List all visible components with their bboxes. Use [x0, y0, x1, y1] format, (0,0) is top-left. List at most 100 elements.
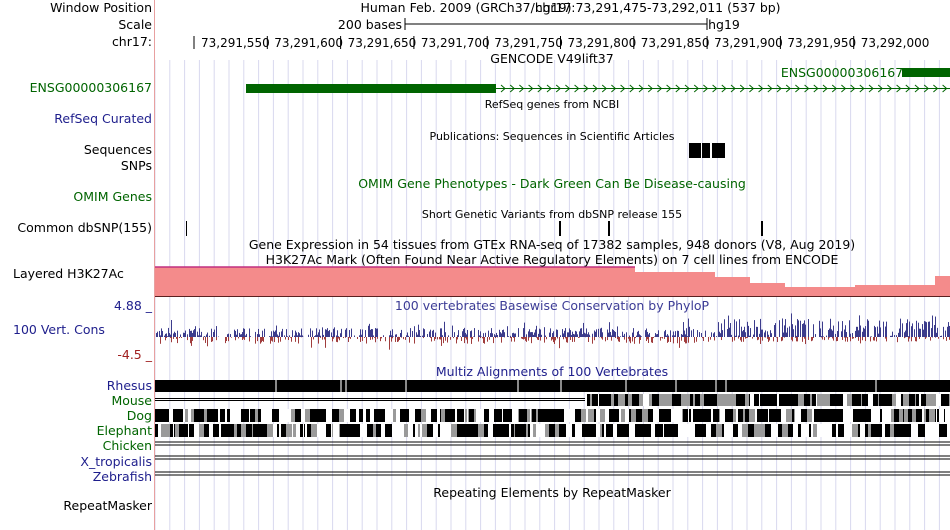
dog-alignment [451, 409, 455, 422]
rhesus-alignment [155, 380, 950, 392]
multiz-species-xtropicalis[interactable]: X_tropicalis [0, 455, 152, 469]
multiz-species-dog[interactable]: Dog [0, 409, 152, 423]
phylop-negative-bar [743, 337, 744, 342]
rhesus-mismatch [675, 380, 677, 392]
dog-alignment [838, 409, 840, 422]
phylop-positive-bar [360, 329, 361, 337]
phylop-positive-bar [310, 328, 311, 337]
dbsnp-track-label[interactable]: Common dbSNP(155) [0, 221, 152, 235]
phylop-positive-bar [638, 330, 639, 337]
multiz-species-mouse[interactable]: Mouse [0, 394, 152, 408]
elephant-alignment [389, 424, 391, 437]
mouse-alignment [690, 394, 693, 406]
conservation-max-label: 4.88 _ [113, 298, 152, 313]
publications-snps-label[interactable]: SNPs [0, 159, 152, 173]
phylop-positive-bar [862, 331, 863, 337]
phylop-positive-bar [786, 332, 787, 337]
repeatmasker-track-title: Repeating Elements by RepeatMasker [433, 485, 671, 500]
elephant-alignment [838, 424, 844, 437]
elephant-alignment [427, 424, 433, 437]
phylop-negative-bar [648, 337, 649, 343]
phylop-positive-bar [445, 332, 446, 337]
elephant-alignment [555, 424, 559, 437]
phylop-positive-bar [623, 335, 624, 337]
dog-alignment [814, 409, 817, 422]
phylop-positive-bar [610, 331, 611, 337]
mouse-alignment [825, 394, 830, 406]
phylop-positive-bar [507, 326, 508, 337]
phylop-negative-bar [160, 337, 161, 344]
phylop-positive-bar [331, 332, 332, 337]
omim-track-label[interactable]: OMIM Genes [0, 190, 152, 204]
elephant-alignment [608, 424, 613, 437]
multiz-alignment-rows[interactable] [155, 380, 950, 476]
mouse-alignment [698, 394, 700, 406]
phylop-negative-bar [249, 337, 250, 342]
elephant-alignment [471, 424, 476, 437]
phylop-positive-bar [503, 329, 504, 337]
phylop-positive-bar [240, 334, 241, 337]
phylop-positive-bar [412, 330, 413, 337]
conservation-track-label[interactable]: 100 Vert. Cons [13, 323, 105, 337]
publications-sequence-blocks[interactable] [689, 143, 725, 158]
phylop-negative-bar [776, 337, 777, 338]
mouse-alignment [812, 394, 816, 406]
phylop-negative-bar [441, 337, 442, 346]
elephant-alignment [876, 424, 879, 437]
phylop-positive-bar [424, 329, 425, 337]
elephant-alignment [265, 424, 266, 437]
dog-alignment [903, 409, 904, 422]
multiz-species-chicken[interactable]: Chicken [0, 439, 152, 453]
dbsnp-variant-ticks[interactable] [186, 221, 763, 236]
phylop-positive-bar [327, 328, 328, 337]
phylop-positive-bar [905, 330, 906, 337]
elephant-alignment [451, 424, 457, 437]
phylop-positive-bar [594, 330, 595, 337]
phylop-negative-bar [464, 337, 465, 344]
phylop-positive-bar [581, 328, 582, 337]
phylop-positive-bar [906, 323, 907, 337]
phylop-positive-bar [246, 333, 247, 337]
mouse-alignment [817, 394, 821, 406]
multiz-species-zebrafish[interactable]: Zebrafish [0, 470, 152, 484]
mouse-alignment [710, 394, 716, 406]
multiz-species-rhesus[interactable]: Rhesus [0, 379, 152, 393]
phylop-negative-bar [758, 337, 759, 340]
phylop-positive-bar [716, 336, 717, 337]
phylop-negative-bar [291, 337, 292, 342]
dog-alignment [437, 409, 440, 422]
phylop-positive-bar [490, 333, 491, 337]
phylop-negative-bar [579, 337, 580, 338]
publications-sequences-label[interactable]: Sequences [0, 143, 152, 157]
phylop-positive-bar [159, 330, 160, 337]
gencode-track-label[interactable]: ENSG00000306167 [0, 81, 152, 95]
dog-alignment [872, 409, 878, 422]
gencode-feature-label[interactable]: ENSG00000306167 [781, 66, 903, 80]
mouse-alignment [770, 394, 771, 406]
dog-alignment [549, 409, 552, 422]
phylop-positive-bar [536, 325, 537, 337]
phylop-positive-bar [926, 322, 927, 337]
phylop-positive-bar [567, 332, 568, 337]
phylop-positive-bar [538, 333, 539, 337]
phylop-positive-bar [274, 331, 275, 337]
elephant-alignment [821, 424, 827, 437]
phylop-negative-bar [732, 337, 733, 342]
dog-alignment [880, 409, 881, 422]
elephant-alignment [266, 424, 267, 437]
phylop-negative-bar [176, 337, 177, 339]
elephant-alignment [413, 424, 415, 437]
repeatmasker-track-label[interactable]: RepeatMasker [0, 499, 152, 513]
browser-track-area[interactable]: 73,291,550 73,291,600 73,291,650 73,291,700… [155, 0, 950, 530]
dog-alignment [536, 409, 538, 422]
phylop-positive-bar [245, 335, 246, 337]
dog-alignment [600, 409, 605, 422]
elephant-alignment [590, 424, 596, 437]
phylop-positive-bar [804, 320, 805, 337]
h3k27ac-track-label[interactable]: Layered H3K27Ac [13, 267, 124, 281]
phylop-positive-bar [406, 335, 407, 337]
refseq-track-label[interactable]: RefSeq Curated [0, 112, 152, 126]
multiz-species-elephant[interactable]: Elephant [0, 424, 152, 438]
dog-alignment [326, 409, 332, 422]
phylop-positive-bar [823, 336, 824, 337]
